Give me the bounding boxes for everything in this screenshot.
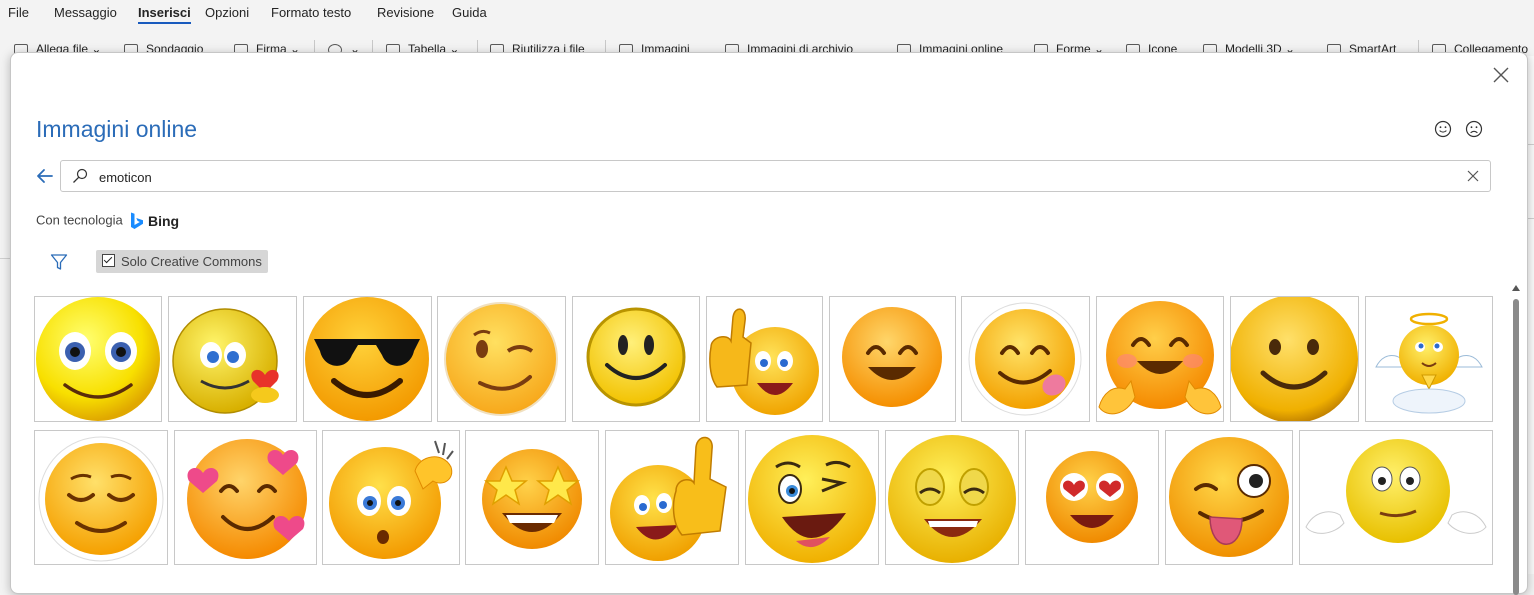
smile-feedback-icon[interactable] — [1434, 120, 1452, 138]
emoji-heart-eyes-icon — [1046, 451, 1138, 543]
creative-commons-label: Solo Creative Commons — [121, 254, 262, 269]
image-result[interactable] — [303, 296, 432, 422]
results-scrollbar[interactable] — [1512, 285, 1520, 595]
emoji-zany-tongue-icon — [1169, 437, 1289, 557]
emoji-wink-laugh-icon — [748, 435, 876, 563]
emoji-smiling-face-icon — [842, 307, 942, 407]
search-input[interactable] — [97, 166, 1461, 188]
menu-revisione[interactable]: Revisione — [377, 5, 434, 20]
menu-inserisci[interactable]: Inserisci — [138, 5, 191, 24]
image-result[interactable] — [34, 296, 162, 422]
image-result[interactable] — [605, 430, 739, 565]
emoji-big-eyes-icon — [36, 297, 160, 421]
frown-feedback-icon[interactable] — [1465, 120, 1483, 138]
emoji-squinting-smile-icon — [888, 435, 1016, 563]
bing-label: Bing — [147, 213, 180, 229]
online-pictures-dialog: Immagini online Con tecnologia Bing Solo — [10, 52, 1528, 595]
emoji-smiling-hearts-icon — [187, 439, 307, 559]
emoji-thumbs-up-icon — [610, 436, 727, 561]
emoji-slight-smile-icon — [1231, 297, 1358, 421]
menu-messaggio[interactable]: Messaggio — [54, 5, 117, 20]
emoji-smiley-heart-icon — [172, 308, 279, 414]
ribbon-menubar: File Messaggio Inserisci Opzioni Formato… — [0, 0, 1534, 26]
emoji-tongue-out-icon — [968, 302, 1082, 416]
image-result[interactable] — [885, 430, 1019, 565]
image-result[interactable] — [1230, 296, 1359, 422]
bing-logo-icon — [131, 212, 144, 229]
image-result[interactable] — [437, 296, 566, 422]
divider — [0, 258, 10, 259]
emoji-sunglasses-icon — [305, 297, 429, 421]
emoji-thinking-icon — [329, 440, 454, 559]
powered-by-bing: Con tecnologia Bing — [36, 212, 179, 230]
filter-icon[interactable] — [49, 252, 69, 272]
emoji-angel-praying-icon — [1375, 312, 1483, 414]
emoji-star-struck-icon — [482, 449, 582, 549]
image-result[interactable] — [1165, 430, 1293, 565]
back-arrow-icon[interactable] — [35, 166, 55, 186]
emoji-hugging-icon — [1098, 301, 1222, 415]
search-box — [60, 160, 1491, 192]
emoji-simple-smile-icon — [586, 307, 686, 407]
image-result[interactable] — [745, 430, 879, 565]
checkbox-checked-icon — [102, 254, 115, 267]
emoji-relieved-icon — [38, 436, 164, 562]
image-result[interactable] — [174, 430, 317, 565]
image-result[interactable] — [572, 296, 700, 422]
scroll-up-arrow-icon[interactable] — [1512, 285, 1520, 291]
menu-guida[interactable]: Guida — [452, 5, 487, 20]
image-result[interactable] — [706, 296, 823, 422]
powered-by-label: Con tecnologia — [36, 212, 123, 228]
image-result[interactable] — [34, 430, 168, 565]
image-result[interactable] — [168, 296, 297, 422]
image-result[interactable] — [1096, 296, 1224, 422]
emoji-thumbs-up-laugh-icon — [709, 308, 819, 415]
image-result[interactable] — [322, 430, 460, 565]
close-icon[interactable] — [1491, 65, 1511, 85]
creative-commons-toggle[interactable]: Solo Creative Commons — [96, 250, 268, 273]
clear-icon[interactable] — [1466, 169, 1480, 183]
menu-opzioni[interactable]: Opzioni — [205, 5, 249, 20]
scrollbar-thumb[interactable] — [1513, 299, 1519, 595]
image-result[interactable] — [1299, 430, 1493, 565]
image-result[interactable] — [1365, 296, 1493, 422]
dialog-title: Immagini online — [36, 116, 198, 142]
image-result[interactable] — [829, 296, 956, 422]
image-result[interactable] — [1025, 430, 1159, 565]
image-result[interactable] — [465, 430, 599, 565]
menu-formato-testo[interactable]: Formato testo — [271, 5, 351, 20]
search-icon — [73, 168, 88, 183]
emoji-shrug-icon — [1305, 439, 1487, 543]
menu-file[interactable]: File — [8, 5, 29, 20]
emoji-wink-icon — [444, 302, 558, 416]
image-result[interactable] — [961, 296, 1090, 422]
